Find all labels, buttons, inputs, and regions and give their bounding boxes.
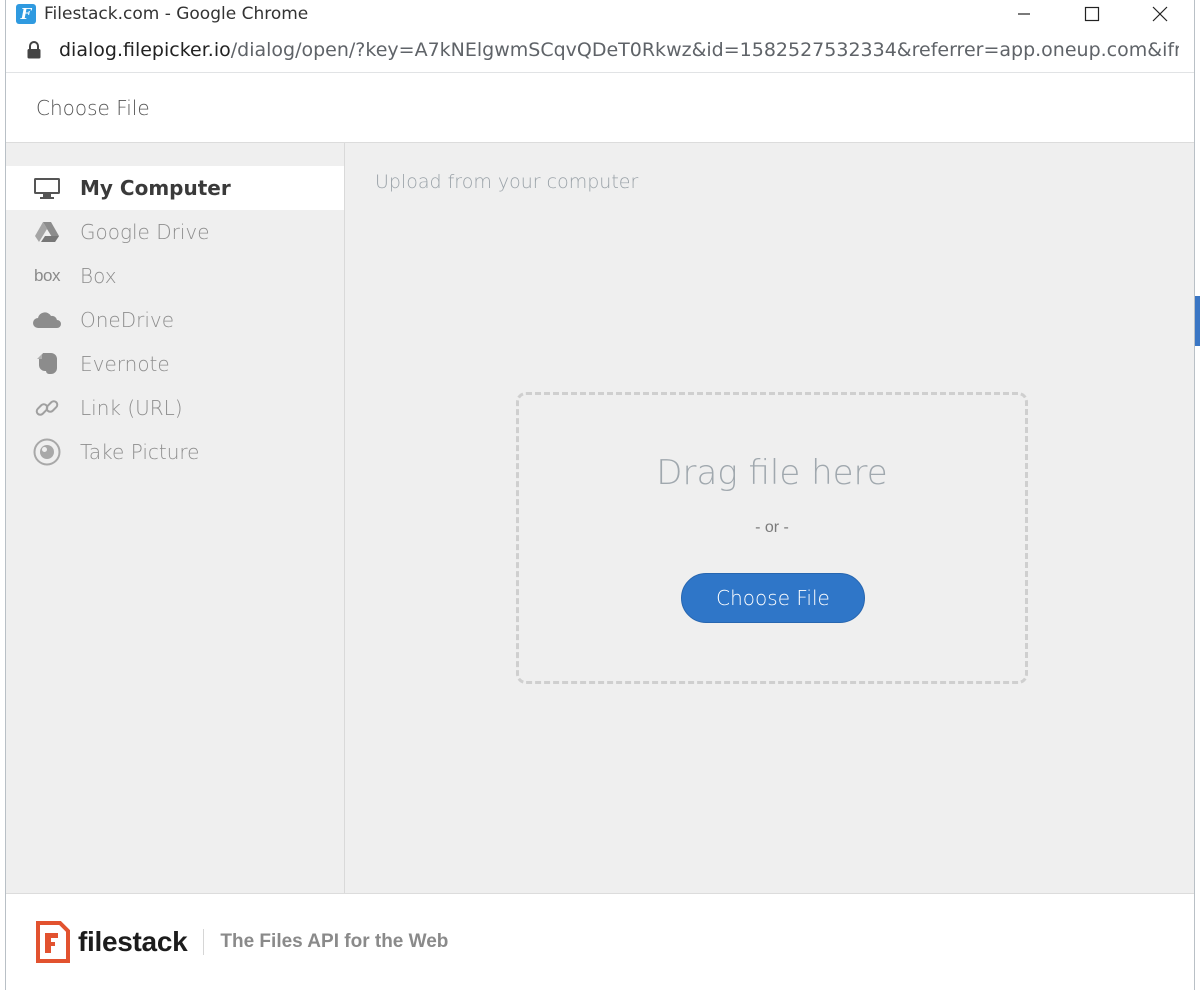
upload-panel: Upload from your computer Drag file here… [345,143,1194,893]
window-title: Filestack.com - Google Chrome [44,3,309,24]
lock-icon [27,40,41,58]
filestack-app-icon: F [16,3,36,24]
url-text[interactable]: dialog.filepicker.io/dialog/open/?key=A7… [59,39,1179,61]
onedrive-icon [30,311,64,329]
evernote-icon [30,351,64,377]
sidebar-item-label: Evernote [80,352,170,376]
box-icon: box [34,266,60,285]
sidebar-item-label: OneDrive [80,308,175,332]
dialog-title: Choose File [36,95,150,120]
address-bar[interactable]: dialog.filepicker.io/dialog/open/?key=A7… [6,27,1194,73]
sidebar-item-label: Google Drive [80,220,210,244]
background-page-blue-button [1195,296,1200,346]
brand-tagline: The Files API for the Web [220,931,449,952]
sidebar-item-my-computer[interactable]: My Computer [6,166,344,210]
browser-window: F Filestack.com - Google Chrome dialog.f… [5,0,1195,990]
close-button[interactable] [1126,0,1194,27]
maximize-icon [1084,6,1100,21]
sidebar-item-evernote[interactable]: Evernote [6,342,344,386]
sidebar-item-link-url[interactable]: Link (URL) [6,386,344,430]
filestack-logo-icon [36,921,70,963]
monitor-icon [30,177,64,199]
sidebar-item-take-picture[interactable]: Take Picture [6,430,344,474]
brand-name: filestack [78,926,188,957]
or-separator: - or - [755,519,789,536]
window-controls [990,0,1194,27]
footer-divider [203,929,205,955]
title-bar: F Filestack.com - Google Chrome [6,0,1194,27]
drop-zone[interactable]: Drag file here - or - Choose File [516,392,1028,684]
sidebar-item-box[interactable]: box Box [6,254,344,298]
dialog-footer: filestack The Files API for the Web [6,893,1194,990]
maximize-button[interactable] [1058,0,1126,27]
sidebar-item-label: My Computer [80,176,231,200]
sidebar-item-onedrive[interactable]: OneDrive [6,298,344,342]
close-icon [1152,6,1168,21]
minimize-button[interactable] [990,0,1058,27]
sidebar-item-google-drive[interactable]: Google Drive [6,210,344,254]
source-sidebar: My Computer Google Drive box Box OneDriv… [6,143,345,893]
upload-heading: Upload from your computer [375,171,639,193]
minimize-icon [1018,12,1030,15]
sidebar-item-label: Link (URL) [80,396,183,420]
google-drive-icon [30,221,64,243]
camera-icon [30,438,64,466]
choose-file-button[interactable]: Choose File [681,573,865,623]
dialog-header: Choose File [6,73,1194,143]
sidebar-item-label: Take Picture [80,440,200,464]
sidebar-item-label: Box [80,264,117,288]
link-icon [30,395,64,421]
drag-file-text: Drag file here [656,453,888,493]
